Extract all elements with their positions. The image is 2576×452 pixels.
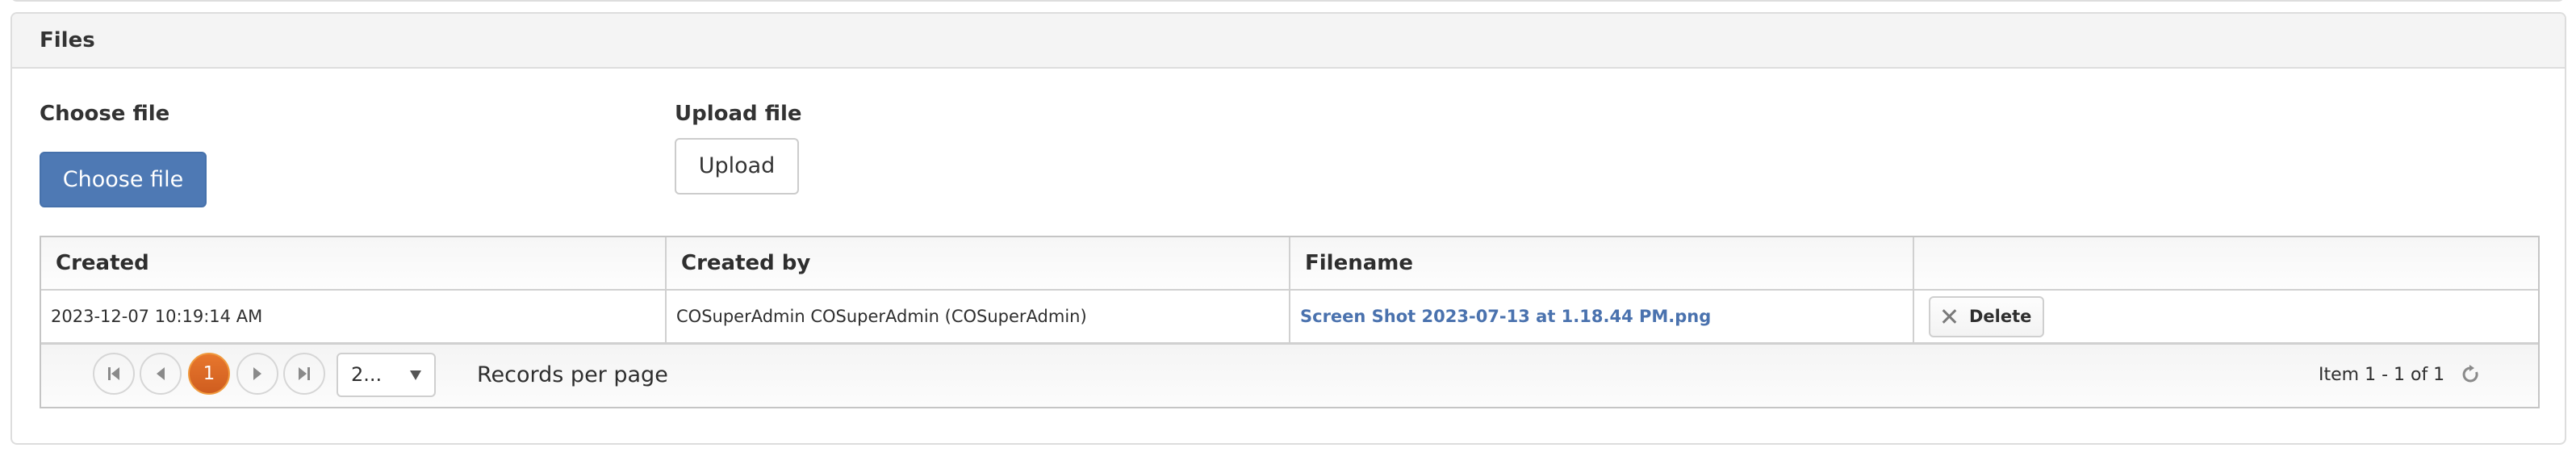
next-page-button[interactable] xyxy=(236,353,278,395)
previous-panel-edge xyxy=(10,0,2565,2)
panel-title: Files xyxy=(40,28,95,52)
upload-button[interactable]: Upload xyxy=(675,138,799,195)
page-size-label: Records per page xyxy=(477,362,668,387)
refresh-icon[interactable] xyxy=(2461,365,2480,384)
page-size-value: 2... xyxy=(351,363,383,386)
first-page-icon xyxy=(108,367,119,380)
column-header-actions xyxy=(1913,237,2538,291)
files-panel: Files Choose file Choose file Upload fil… xyxy=(10,12,2566,445)
panel-header: Files xyxy=(12,14,2565,69)
page-size-select[interactable]: 2... xyxy=(337,353,436,397)
files-table: Created Created by Filename 2023-12-07 1… xyxy=(41,237,2538,344)
chevron-down-icon xyxy=(410,370,421,380)
delete-button[interactable]: Delete xyxy=(1929,295,2045,337)
delete-label: Delete xyxy=(1969,307,2032,326)
last-page-button[interactable] xyxy=(283,353,325,395)
prev-page-button[interactable] xyxy=(140,353,182,395)
column-header-filename[interactable]: Filename xyxy=(1290,237,1914,291)
cell-actions: Delete xyxy=(1913,290,2538,344)
choose-file-label: Choose file xyxy=(40,102,170,126)
files-grid: Created Created by Filename 2023-12-07 1… xyxy=(40,236,2540,408)
table-row: 2023-12-07 10:19:14 AM COSuperAdmin COSu… xyxy=(41,290,2538,344)
last-page-icon xyxy=(299,367,310,380)
next-page-icon xyxy=(253,367,261,380)
upload-file-label: Upload file xyxy=(675,102,802,126)
close-icon xyxy=(1942,309,1956,324)
pager: 1 2... Records per page Item 1 - 1 of 1 xyxy=(41,343,2538,407)
table-header-row: Created Created by Filename xyxy=(41,237,2538,291)
first-page-button[interactable] xyxy=(93,353,135,395)
cell-created-by: COSuperAdmin COSuperAdmin (COSuperAdmin) xyxy=(666,290,1290,344)
cell-filename: Screen Shot 2023-07-13 at 1.18.44 PM.png xyxy=(1290,290,1914,344)
column-header-created[interactable]: Created xyxy=(41,237,667,291)
filename-link[interactable]: Screen Shot 2023-07-13 at 1.18.44 PM.png xyxy=(1300,307,1711,326)
prev-page-icon xyxy=(157,367,165,380)
current-page-button[interactable]: 1 xyxy=(188,353,230,395)
choose-file-button[interactable]: Choose file xyxy=(40,152,207,207)
pager-info: Item 1 - 1 of 1 xyxy=(2319,365,2445,385)
cell-created: 2023-12-07 10:19:14 AM xyxy=(41,290,667,344)
column-header-created-by[interactable]: Created by xyxy=(666,237,1290,291)
